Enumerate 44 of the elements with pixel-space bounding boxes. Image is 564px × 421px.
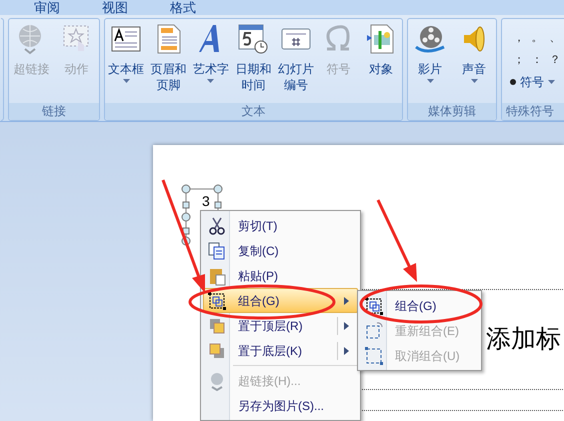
group-icon <box>364 296 384 316</box>
menu-item[interactable]: 置于底层(K) <box>203 338 358 363</box>
menu-item[interactable]: 组合(G) <box>360 293 479 318</box>
shape-label: 3 <box>202 194 210 208</box>
ribbon-button[interactable]: 对象 <box>360 21 402 103</box>
ribbon-button[interactable]: 影片 <box>409 21 452 103</box>
menu-item[interactable]: 另存为图片(S)... <box>203 393 358 418</box>
group-label: 链接 <box>9 103 99 120</box>
menu-item[interactable]: 剪切(T) <box>203 213 358 238</box>
film-icon <box>414 23 446 55</box>
cut-icon <box>207 216 227 236</box>
ribbon-button[interactable]: 文本框 <box>105 21 148 103</box>
date-icon <box>237 23 270 55</box>
group-label: 媒体剪辑 <box>408 103 496 120</box>
ribbon-button[interactable]: 日期和 时间 <box>232 21 274 103</box>
ribbon-button[interactable]: 声音 <box>453 21 496 103</box>
ungroup-icon <box>364 346 384 366</box>
group-label: 特殊符号 <box>502 103 564 120</box>
submenu-arrow-icon <box>344 346 349 354</box>
ribbon-button[interactable]: 艺术字 <box>190 21 232 103</box>
symbol-dropdown[interactable]: 符号 <box>510 73 564 91</box>
bullet-icon <box>510 79 516 85</box>
symbol-button[interactable]: ； <box>510 49 528 71</box>
symbol-button[interactable]: 。 <box>528 27 546 49</box>
menu-item[interactable]: 复制(C) <box>203 238 358 263</box>
caret-icon <box>548 80 555 84</box>
submenu-arrow-icon <box>344 296 349 304</box>
symbol-button[interactable]: 、 <box>546 27 564 49</box>
symbol-button[interactable]: ： <box>528 49 546 71</box>
ribbon-tab[interactable]: 格式 <box>164 1 202 15</box>
back-icon <box>207 340 227 360</box>
regroup-icon <box>364 320 384 340</box>
group-label: 文本 <box>104 103 402 120</box>
group-icon <box>207 290 227 310</box>
ribbon-tab[interactable]: 视图 <box>96 1 134 15</box>
menu-item[interactable]: 置于顶层(R) <box>203 313 358 338</box>
symbol-button[interactable]: ？ <box>546 49 564 71</box>
submenu-arrow-icon <box>344 322 349 330</box>
ribbon-button[interactable]: 幻灯片 编号 <box>274 21 317 103</box>
menu-item[interactable]: 粘贴(P) <box>203 263 358 288</box>
menu-item[interactable]: 组合(G) <box>203 288 358 313</box>
symbol-button[interactable]: ， <box>510 27 528 49</box>
ribbon-tab[interactable]: 审阅 <box>28 1 66 15</box>
ribbon-button[interactable]: 页眉和 页脚 <box>148 21 190 103</box>
